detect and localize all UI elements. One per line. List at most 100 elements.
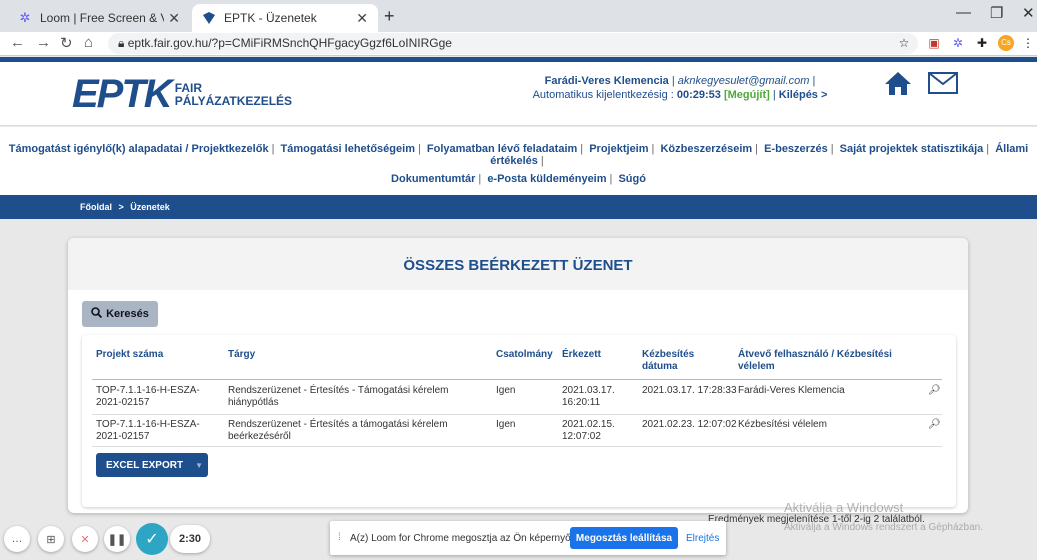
cell-recipient: Farádi-Veres Klemencia <box>738 385 845 396</box>
logo-sub2: PÁLYÁZATKEZELÉS <box>174 93 293 108</box>
reload-icon[interactable]: ↻ <box>60 34 73 52</box>
cell-subject: Rendszerüzenet - Értesítés - Támogatási … <box>228 385 449 408</box>
nav-item-applicant[interactable]: Támogatást igénylő(k) alapadatai / Proje… <box>9 143 269 155</box>
new-tab-icon[interactable]: + <box>384 6 395 27</box>
address-bar[interactable]: 🔒︎ eptk.fair.gov.hu/?p=CMiFiRMSnchQHFgac… <box>108 33 918 54</box>
search-button[interactable]: Keresés <box>82 301 158 327</box>
page-title: ÖSSZES BEÉRKEZETT ÜZENET <box>403 257 633 274</box>
restore-icon[interactable]: ❐ <box>990 4 1003 22</box>
excel-export-button[interactable]: EXCEL EXPORT ▼ <box>96 453 208 477</box>
col-recipient[interactable]: Átvevő felhasználó / Kézbesítési vélelem <box>738 349 908 373</box>
export-label: EXCEL EXPORT <box>106 459 184 471</box>
loom-cancel-icon[interactable]: ✕ <box>72 526 98 552</box>
window-close-icon[interactable]: ✕ <box>1022 4 1035 22</box>
divider <box>92 414 942 415</box>
puzzle-icon[interactable]: ✚ <box>974 35 990 51</box>
search-label: Keresés <box>106 308 149 320</box>
eptk-logo[interactable]: EPTK FAIR PÁLYÁZATKEZELÉS <box>72 72 292 117</box>
countdown-value: 00:29:53 <box>676 89 721 101</box>
loom-extension-icon[interactable]: ✲ <box>950 35 966 51</box>
col-delivered[interactable]: Kézbesítés dátuma <box>642 349 712 373</box>
loom-draw-icon[interactable]: ⊞ <box>38 526 64 552</box>
breadcrumb-sep: > <box>118 202 124 212</box>
drag-handle-icon[interactable]: ⁞ <box>338 532 341 543</box>
breadcrumb-current: Üzenetek <box>130 202 170 212</box>
tab-eptk[interactable]: EPTK - Üzenetek ✕ <box>192 4 378 32</box>
logo-text: EPTK <box>72 72 173 116</box>
divider <box>92 446 942 447</box>
nav-item-e-post[interactable]: e-Posta küldeményeim <box>487 173 606 185</box>
view-icon[interactable]: 🔎︎ <box>928 385 941 396</box>
messages-table: Projekt száma Tárgy Csatolmány Érkezett … <box>82 335 956 507</box>
lock-icon: 🔒︎ <box>118 36 128 50</box>
loom-timer: 2:30 <box>170 525 210 553</box>
windows-activation-title: Aktiválja a Windowst <box>784 500 904 515</box>
messages-card: ÖSSZES BEÉRKEZETT ÜZENET Keresés Projekt… <box>68 238 968 513</box>
home-icon[interactable] <box>884 70 912 96</box>
cell-delivered: 2021.03.17. 17:28:33 <box>642 385 737 396</box>
main-nav: Támogatást igénylő(k) alapadatai / Proje… <box>0 127 1037 195</box>
windows-activation-sub: Aktiválja a Windows rendszert a Gépházba… <box>784 522 983 533</box>
divider <box>92 379 942 380</box>
breadcrumb-home[interactable]: Főoldal <box>80 202 112 212</box>
user-name: Farádi-Veres Klemencia <box>544 75 669 87</box>
star-icon[interactable]: ☆ <box>896 35 912 51</box>
menu-dots-icon[interactable]: ⋮ <box>1020 35 1036 51</box>
url-text: eptk.fair.gov.hu/?p=CMiFiRMSnchQHFgacyGg… <box>127 36 452 50</box>
col-subject[interactable]: Tárgy <box>228 349 255 361</box>
nav-item-tasks[interactable]: Folyamatban lévő feladataim <box>427 143 577 155</box>
profile-avatar[interactable]: Cs <box>998 35 1014 51</box>
loom-icon: ✲ <box>19 10 31 25</box>
col-attachment[interactable]: Csatolmány <box>496 349 553 361</box>
renew-session-link[interactable]: [Megújít] <box>724 89 770 101</box>
back-icon[interactable]: ← <box>10 34 25 51</box>
cell-delivered: 2021.02.23. 12:07:02 <box>642 419 737 430</box>
cell-subject: Rendszerüzenet - Értesítés a támogatási … <box>228 419 448 442</box>
breadcrumb: Főoldal > Üzenetek <box>0 195 1037 219</box>
site-header: EPTK FAIR PÁLYÁZATKEZELÉS Farádi-Veres K… <box>0 62 1037 126</box>
browser-toolbar: ← → ↻ ⌂ 🔒︎ eptk.fair.gov.hu/?p=CMiFiRMSn… <box>0 32 1037 56</box>
nav-item-projects[interactable]: Projektjeim <box>589 143 648 155</box>
loom-pause-icon[interactable]: ❚❚ <box>104 526 130 552</box>
cell-attachment: Igen <box>496 419 516 430</box>
logout-countdown-label: Automatikus kijelentkezésig : <box>532 89 674 101</box>
chevron-down-icon[interactable]: ▼ <box>195 461 203 470</box>
tab-title: EPTK - Üzenetek <box>224 11 317 25</box>
view-icon[interactable]: 🔎︎ <box>928 419 941 430</box>
mail-icon[interactable] <box>928 72 958 94</box>
nav-item-statistics[interactable]: Saját projektek statisztikája <box>840 143 984 155</box>
tab-loom[interactable]: ✲ Loom | Free Screen & Video Reco ✕ <box>8 4 190 32</box>
cell-project: TOP-7.1.1-16-H-ESZA-2021-02157 <box>96 419 200 442</box>
user-info: Farádi-Veres Klemencia | aknkegyesulet@g… <box>532 75 828 101</box>
extension-icon[interactable]: ▣ <box>926 35 942 51</box>
col-project[interactable]: Projekt száma <box>96 349 163 361</box>
user-email: aknkegyesulet@gmail.com <box>677 75 810 87</box>
close-icon[interactable]: ✕ <box>168 10 180 27</box>
eptk-favicon <box>202 11 216 25</box>
nav-row-2: Dokumentumtár | e-Posta küldeményeim | Súg… <box>391 173 646 185</box>
search-icon <box>91 307 103 321</box>
logo-sub1: FAIR <box>174 80 203 95</box>
nav-item-procurement[interactable]: Közbeszerzéseim <box>660 143 752 155</box>
nav-item-e-procurement[interactable]: E-beszerzés <box>764 143 828 155</box>
cell-project: TOP-7.1.1-16-H-ESZA-2021-02157 <box>96 385 200 408</box>
screen-share-bar: ⁞ A(z) Loom for Chrome megosztja az Ön k… <box>330 521 726 555</box>
cell-attachment: Igen <box>496 385 516 396</box>
close-icon[interactable]: ✕ <box>356 10 368 27</box>
card-header: ÖSSZES BEÉRKEZETT ÜZENET <box>68 238 968 290</box>
logout-link[interactable]: Kilépés > <box>779 89 828 101</box>
nav-item-help[interactable]: Súgó <box>618 173 646 185</box>
col-received[interactable]: Érkezett <box>562 349 601 361</box>
hide-button[interactable]: Elrejtés <box>686 533 719 544</box>
home-nav-icon[interactable]: ⌂ <box>84 34 93 51</box>
browser-tabstrip: ✲ Loom | Free Screen & Video Reco ✕ EPTK… <box>0 0 1037 32</box>
nav-item-documents[interactable]: Dokumentumtár <box>391 173 475 185</box>
loom-more-icon[interactable]: … <box>4 526 30 552</box>
stop-sharing-button[interactable]: Megosztás leállítása <box>570 527 678 549</box>
nav-row-1: Támogatást igénylő(k) alapadatai / Proje… <box>8 143 1029 167</box>
minimize-icon[interactable]: — <box>956 4 971 21</box>
cell-received: 2021.03.17. 16:20:11 <box>562 385 615 408</box>
nav-item-support[interactable]: Támogatási lehetőségeim <box>280 143 415 155</box>
forward-icon[interactable]: → <box>36 34 51 51</box>
loom-finish-icon[interactable]: ✓ <box>136 523 168 555</box>
